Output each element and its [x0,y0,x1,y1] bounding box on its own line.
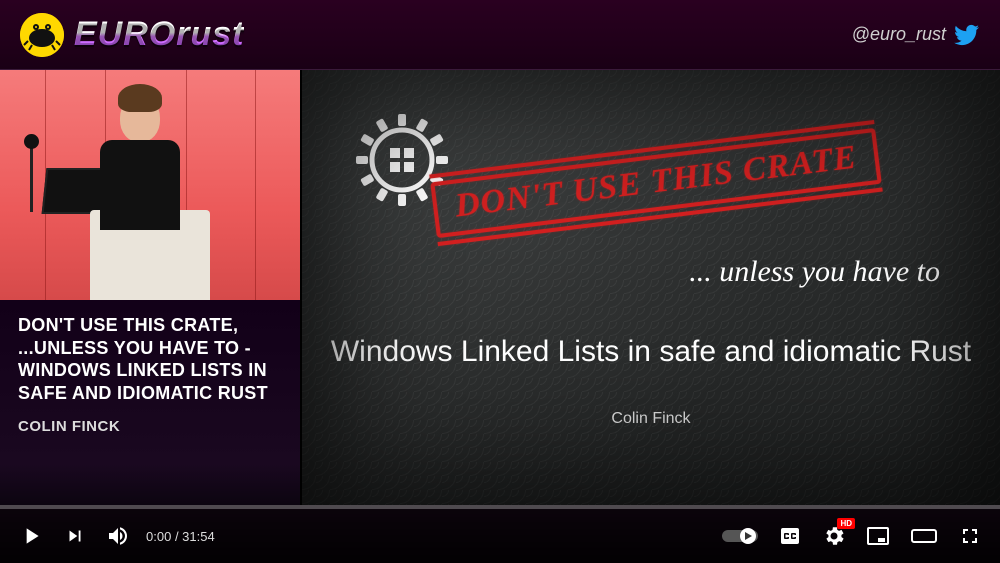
duration: 31:54 [182,529,215,544]
play-button[interactable] [18,523,44,549]
play-icon [18,523,44,549]
conference-header: EUROrust @euro_rust [0,0,1000,70]
autoplay-toggle[interactable] [722,526,758,546]
time-display: 0:00 / 31:54 [146,529,215,544]
volume-button[interactable] [106,524,130,548]
autoplay-icon [722,526,758,546]
speaker-camera-feed [0,70,300,300]
fullscreen-icon [958,524,982,548]
settings-button[interactable]: HD [822,524,846,548]
captions-icon [778,524,802,548]
theater-icon [910,524,938,548]
video-player-bar: 0:00 / 31:54 HD [0,505,1000,563]
miniplayer-icon [866,524,890,548]
presentation-slide: DON'T USE THIS CRATE ... unless you have… [300,70,1000,505]
slide-author: Colin Finck [302,410,1000,428]
crab-icon [20,13,64,57]
miniplayer-button[interactable] [866,524,890,548]
twitter-icon [954,22,980,48]
brand-logo: EUROrust [20,13,244,57]
social-block: @euro_rust [852,22,980,48]
next-icon [64,525,86,547]
captions-button[interactable] [778,524,802,548]
next-button[interactable] [64,525,86,547]
brand-name: EUROrust [74,15,244,54]
theater-mode-button[interactable] [910,524,938,548]
session-title: DON'T USE THIS CRATE, ...UNLESS YOU HAVE… [18,314,282,404]
volume-icon [106,524,130,548]
twitter-handle: @euro_rust [852,24,946,45]
speaker-panel: DON'T USE THIS CRATE, ...UNLESS YOU HAVE… [0,70,300,505]
session-meta: DON'T USE THIS CRATE, ...UNLESS YOU HAVE… [0,300,300,505]
slide-subtitle: ... unless you have to [689,255,940,289]
current-time: 0:00 [146,529,171,544]
fullscreen-button[interactable] [958,524,982,548]
video-content: DON'T USE THIS CRATE, ...UNLESS YOU HAVE… [0,70,1000,505]
slide-title: Windows Linked Lists in safe and idiomat… [302,335,1000,369]
speaker-name: COLIN FINCK [18,418,282,435]
slide-stamp: DON'T USE THIS CRATE [430,128,882,238]
hd-badge: HD [837,518,855,529]
